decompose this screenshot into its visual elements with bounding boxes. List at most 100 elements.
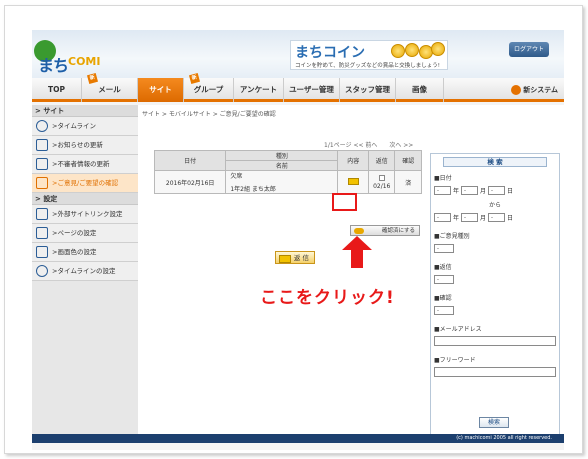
day-select[interactable]: - bbox=[488, 186, 506, 195]
email-field[interactable] bbox=[434, 336, 556, 346]
section-label: サイト bbox=[43, 107, 65, 115]
nav-site[interactable]: サイト bbox=[138, 78, 184, 102]
sidebar-item-timeline[interactable]: > タイムライン bbox=[32, 117, 138, 136]
sidebar-item-news[interactable]: > お知らせの更新 bbox=[32, 136, 138, 155]
reply-button[interactable]: 返 信 bbox=[275, 251, 315, 264]
sidebar-item-suspicious[interactable]: > 不審者情報の更新 bbox=[32, 155, 138, 174]
question-icon bbox=[36, 158, 48, 170]
sidebar-item-page-settings[interactable]: > ページの設定 bbox=[32, 224, 138, 243]
open-mail-icon[interactable] bbox=[347, 177, 359, 185]
nav-group[interactable]: 新グループ bbox=[184, 72, 234, 102]
row-kind-name: 欠席 1年2組 まち太郎 bbox=[225, 170, 339, 194]
main-content: サイト > モバイルサイト > ご意見/ご要望の確認 1/1ページ << 前へ … bbox=[138, 105, 564, 441]
reply-checkbox[interactable] bbox=[378, 174, 385, 181]
row-name: 1年2組 まち太郎 bbox=[230, 186, 276, 193]
freeword-field[interactable] bbox=[434, 367, 556, 377]
month-label: 月 bbox=[480, 188, 487, 195]
search-title: 検 索 bbox=[443, 157, 547, 167]
reply-date: 02/16 bbox=[373, 182, 391, 190]
new-system-link[interactable]: 新システム bbox=[511, 78, 558, 102]
sidebar-section-site: > サイト bbox=[32, 105, 138, 117]
gear-icon bbox=[511, 85, 522, 95]
nav-survey[interactable]: アンケート bbox=[234, 78, 284, 102]
sidebar-item-label: 不審者情報の更新 bbox=[57, 159, 110, 168]
table-row: 2016年02月16日 欠席 1年2組 まち太郎 02/16 済 bbox=[153, 170, 422, 194]
day-label: 日 bbox=[507, 188, 514, 195]
coin-icon bbox=[391, 44, 405, 58]
sidebar-item-label: お知らせの更新 bbox=[57, 140, 103, 149]
row-date: 2016年02月16日 bbox=[153, 170, 227, 194]
logo[interactable]: まち COMI bbox=[34, 40, 106, 75]
megaphone-icon bbox=[36, 139, 48, 151]
sidebar-item-feedback[interactable]: > ご意見/ご要望の確認 bbox=[32, 174, 138, 193]
nav-staff-admin[interactable]: スタッフ管理 bbox=[340, 78, 396, 102]
screenshot-frame: まち COMI まちコイン コインを貯めて、防災グッズなどの賞品と交換しましょう… bbox=[4, 5, 583, 454]
mail-label: ■メールアドレス bbox=[434, 326, 482, 333]
nav-user-admin[interactable]: ユーザー管理 bbox=[284, 78, 340, 102]
coin-icon bbox=[405, 43, 419, 57]
date-label: ■日付 bbox=[434, 175, 452, 182]
col-reply: 返信 bbox=[367, 150, 396, 171]
nav-top[interactable]: TOP bbox=[32, 78, 82, 102]
reply-select[interactable]: - bbox=[434, 275, 454, 284]
row-content bbox=[337, 170, 369, 194]
nav-label: サイト bbox=[149, 85, 172, 94]
col-kind: 種別 bbox=[225, 150, 339, 161]
confirm-label: ■確認 bbox=[434, 295, 452, 302]
up-arrow-icon bbox=[342, 236, 372, 268]
year-select[interactable]: - bbox=[434, 213, 451, 222]
sidebar-item-timeline-settings[interactable]: > タイムラインの設定 bbox=[32, 262, 138, 281]
highlight-box bbox=[332, 193, 357, 211]
col-name: 名前 bbox=[225, 160, 339, 171]
logo-sub-text: COMI bbox=[68, 55, 101, 68]
footer: (c) machicomi 2005 all right reserved. bbox=[32, 434, 564, 443]
phone-icon bbox=[36, 246, 48, 258]
logout-button[interactable]: ログアウト bbox=[509, 42, 549, 57]
kind-label: ■ご意見種別 bbox=[434, 233, 470, 240]
confirm-row: - bbox=[431, 306, 559, 315]
nav-mail[interactable]: 新メール bbox=[82, 72, 138, 102]
date-to-row: -年 -月 -日 bbox=[431, 213, 559, 222]
day-select[interactable]: - bbox=[488, 213, 506, 222]
col-content: 内容 bbox=[337, 150, 369, 171]
confirm-select[interactable]: - bbox=[434, 306, 454, 315]
mark-confirmed-button[interactable]: 確認済にする bbox=[350, 225, 420, 236]
sidebar-item-label: 画面色の設定 bbox=[57, 247, 97, 256]
nav-label: アンケート bbox=[239, 85, 278, 94]
nav-image[interactable]: 画像 bbox=[396, 78, 444, 102]
banner-subtitle: コインを貯めて、防災グッズなどの賞品と交換しましょう! bbox=[295, 63, 440, 69]
header: まち COMI まちコイン コインを貯めて、防災グッズなどの賞品と交換しましょう… bbox=[32, 30, 564, 78]
main-nav: TOP 新メール サイト 新グループ アンケート ユーザー管理 スタッフ管理 画… bbox=[32, 72, 564, 102]
row-reply: 02/16 bbox=[367, 170, 396, 194]
sidebar-item-color-settings[interactable]: > 画面色の設定 bbox=[32, 243, 138, 262]
month-select[interactable]: - bbox=[461, 213, 479, 222]
section-label: 設定 bbox=[43, 195, 58, 203]
sidebar: > サイト > タイムライン > お知らせの更新 > 不審者情報の更新 > ご意見/ご… bbox=[32, 105, 138, 441]
pager-prev-link[interactable]: 1/1ページ << 前へ bbox=[324, 142, 377, 149]
year-label: 年 bbox=[453, 215, 460, 222]
new-badge: 新 bbox=[86, 72, 99, 85]
search-panel: 検 索 ■日付 -年 -月 -日 から -年 -月 -日 ■ご意見種別 - ■返… bbox=[430, 153, 560, 436]
coin-banner[interactable]: まちコイン コインを貯めて、防災グッズなどの賞品と交換しましょう! bbox=[290, 40, 448, 70]
new-badge: 新 bbox=[188, 72, 201, 85]
row-confirm: 済 bbox=[394, 170, 422, 194]
from-label: から bbox=[488, 202, 501, 209]
kind-select[interactable]: - bbox=[434, 244, 454, 253]
reply-label: ■返信 bbox=[434, 264, 452, 271]
sidebar-item-label: タイムライン bbox=[57, 121, 96, 130]
sidebar-section-settings: > 設定 bbox=[32, 193, 138, 205]
search-button[interactable]: 検索 bbox=[479, 417, 509, 428]
kind-row: - bbox=[431, 244, 559, 253]
sidebar-item-external-links[interactable]: > 外部サイトリンク設定 bbox=[32, 205, 138, 224]
month-select[interactable]: - bbox=[461, 186, 479, 195]
sidebar-item-label: 外部サイトリンク設定 bbox=[57, 209, 123, 218]
sidebar-item-label: ページの設定 bbox=[57, 228, 97, 237]
banner-title: まちコイン bbox=[295, 45, 365, 61]
month-label: 月 bbox=[480, 215, 487, 222]
pager: 1/1ページ << 前へ 次へ >> bbox=[324, 140, 413, 149]
year-select[interactable]: - bbox=[434, 186, 451, 195]
nav-label: スタッフ管理 bbox=[345, 85, 390, 94]
logo-text: まち bbox=[38, 56, 69, 75]
clock-icon bbox=[36, 120, 48, 132]
pager-next-link[interactable]: 次へ >> bbox=[389, 142, 413, 149]
